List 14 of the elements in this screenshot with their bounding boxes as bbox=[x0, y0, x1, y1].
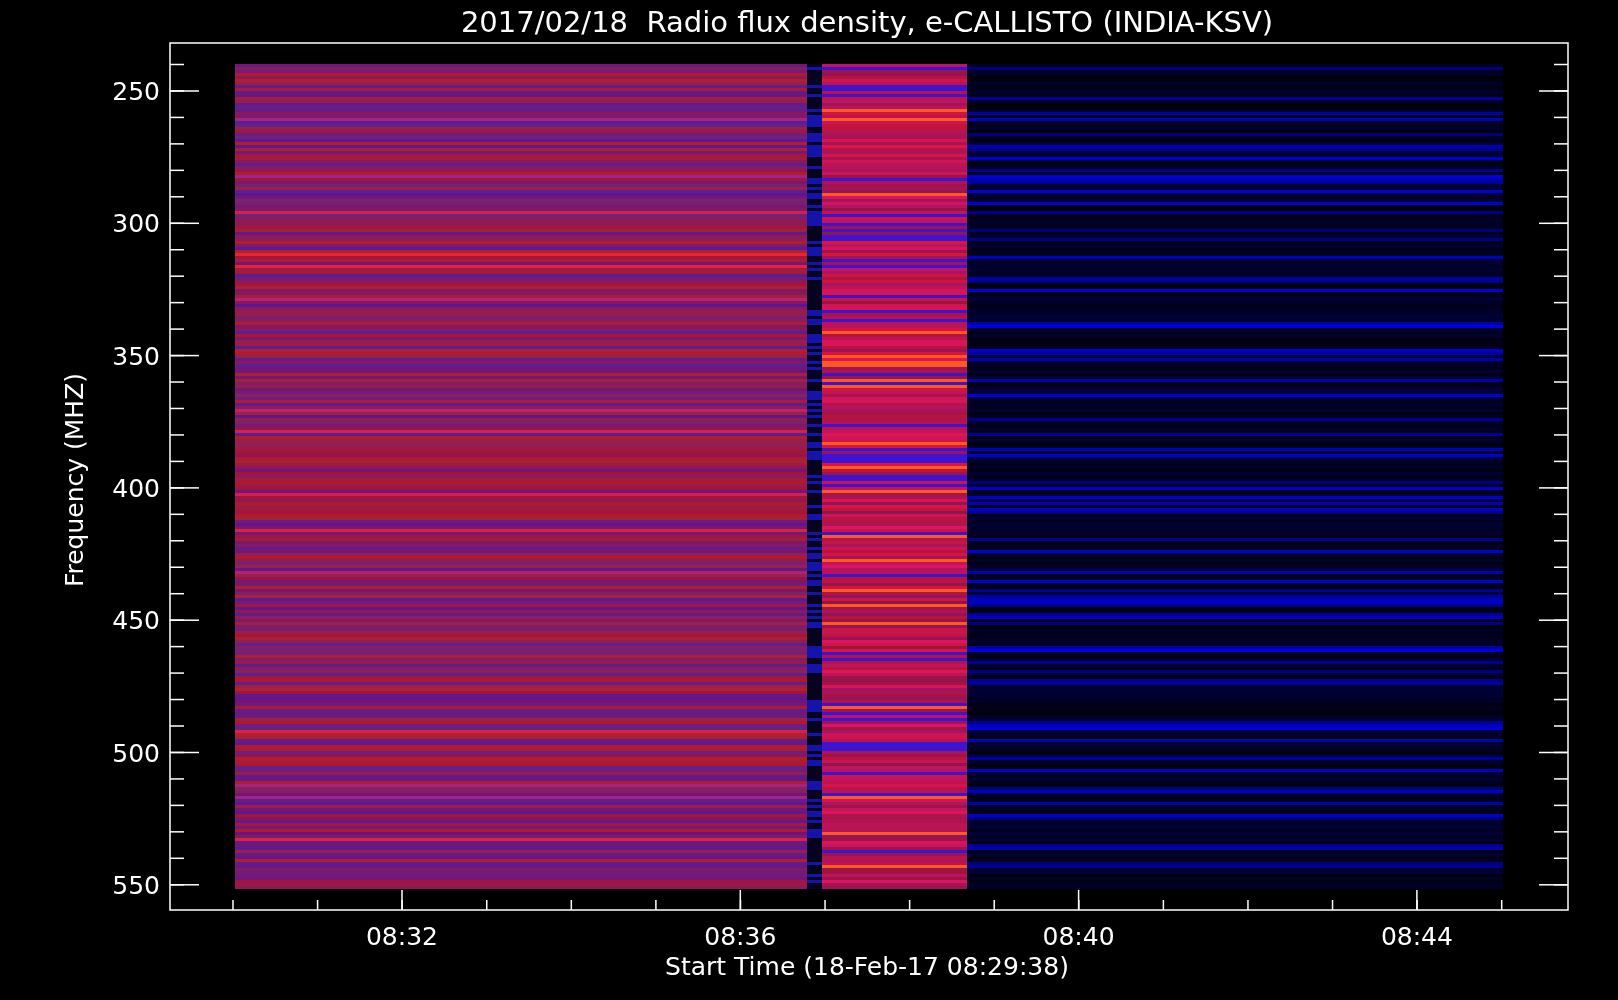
chart-title: 2017/02/18 Radio flux density, e-CALLISTO (INDIA-KSV) bbox=[460, 5, 1274, 39]
x-tick-label: 08:36 bbox=[704, 922, 777, 951]
x-tick-label: 08:40 bbox=[1042, 922, 1115, 951]
x-tick-label: 08:32 bbox=[366, 922, 438, 951]
y-tick-label: 350 bbox=[112, 341, 160, 371]
y-tick-label: 500 bbox=[112, 738, 160, 768]
x-axis-label: Start Time (18-Feb-17 08:29:38) bbox=[665, 952, 1069, 981]
y-tick-label: 400 bbox=[112, 473, 160, 503]
y-tick-label: 450 bbox=[112, 606, 160, 636]
x-tick-label: 08:44 bbox=[1380, 922, 1453, 951]
y-tick-label: 550 bbox=[112, 870, 160, 900]
y-tick-label: 250 bbox=[112, 77, 160, 106]
y-axis-label: Frequency (MHZ) bbox=[60, 372, 89, 588]
y-tick-label: 300 bbox=[112, 209, 160, 239]
